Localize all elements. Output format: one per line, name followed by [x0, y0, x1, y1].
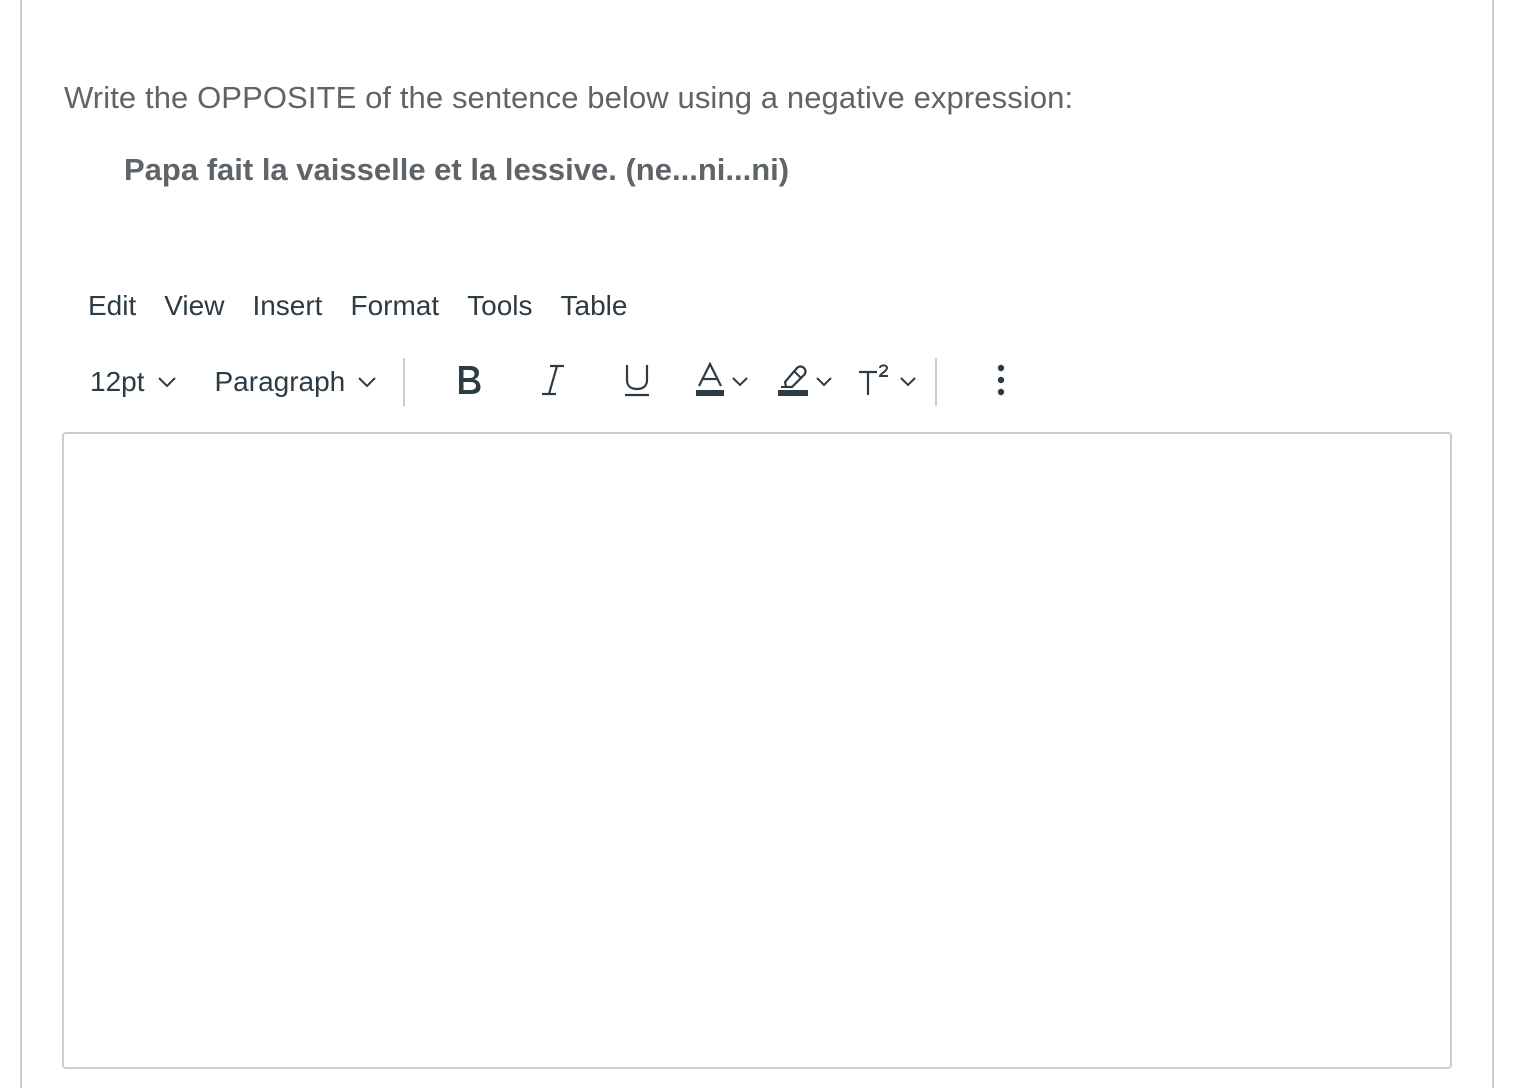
chevron-down-icon [357, 376, 377, 388]
bold-icon [454, 363, 484, 402]
editor-menubar: Edit View Insert Format Tools Table [74, 284, 641, 328]
toolbar-divider [935, 358, 938, 406]
block-format-select[interactable]: Paragraph [203, 360, 390, 404]
highlight-color-button[interactable] [771, 358, 837, 406]
menu-format[interactable]: Format [336, 284, 453, 328]
font-size-value: 12pt [90, 366, 145, 397]
chevron-down-icon [815, 376, 833, 388]
highlight-color-icon [777, 362, 809, 403]
underline-button[interactable] [605, 358, 669, 406]
text-color-button[interactable] [689, 358, 753, 406]
superscript-icon [857, 362, 893, 403]
chevron-down-icon [899, 376, 917, 388]
more-options-button[interactable] [969, 358, 1033, 406]
italic-icon [540, 363, 566, 402]
superscript-button[interactable] [851, 358, 921, 406]
menu-tools[interactable]: Tools [453, 284, 546, 328]
menu-view[interactable]: View [150, 284, 238, 328]
menu-table[interactable]: Table [547, 284, 642, 328]
bold-button[interactable] [437, 358, 501, 406]
chevron-down-icon [731, 376, 749, 388]
toolbar-divider [403, 358, 406, 406]
block-format-value: Paragraph [214, 366, 346, 397]
menu-edit[interactable]: Edit [74, 284, 150, 328]
text-color-icon [695, 361, 725, 403]
more-vertical-icon [996, 363, 1006, 402]
question-sentence: Papa fait la vaisselle et la lessive. (n… [124, 152, 790, 187]
underline-icon [622, 362, 652, 403]
editor-toolbar: 12pt Paragraph [78, 354, 1033, 410]
question-prompt: Write the OPPOSITE of the sentence below… [64, 80, 1074, 115]
font-size-select[interactable]: 12pt [78, 360, 189, 404]
menu-insert[interactable]: Insert [238, 284, 336, 328]
italic-button[interactable] [521, 358, 585, 406]
chevron-down-icon [157, 376, 177, 388]
quiz-question-page: Write the OPPOSITE of the sentence below… [0, 0, 1518, 1088]
rich-text-editor-body[interactable] [62, 432, 1452, 1069]
